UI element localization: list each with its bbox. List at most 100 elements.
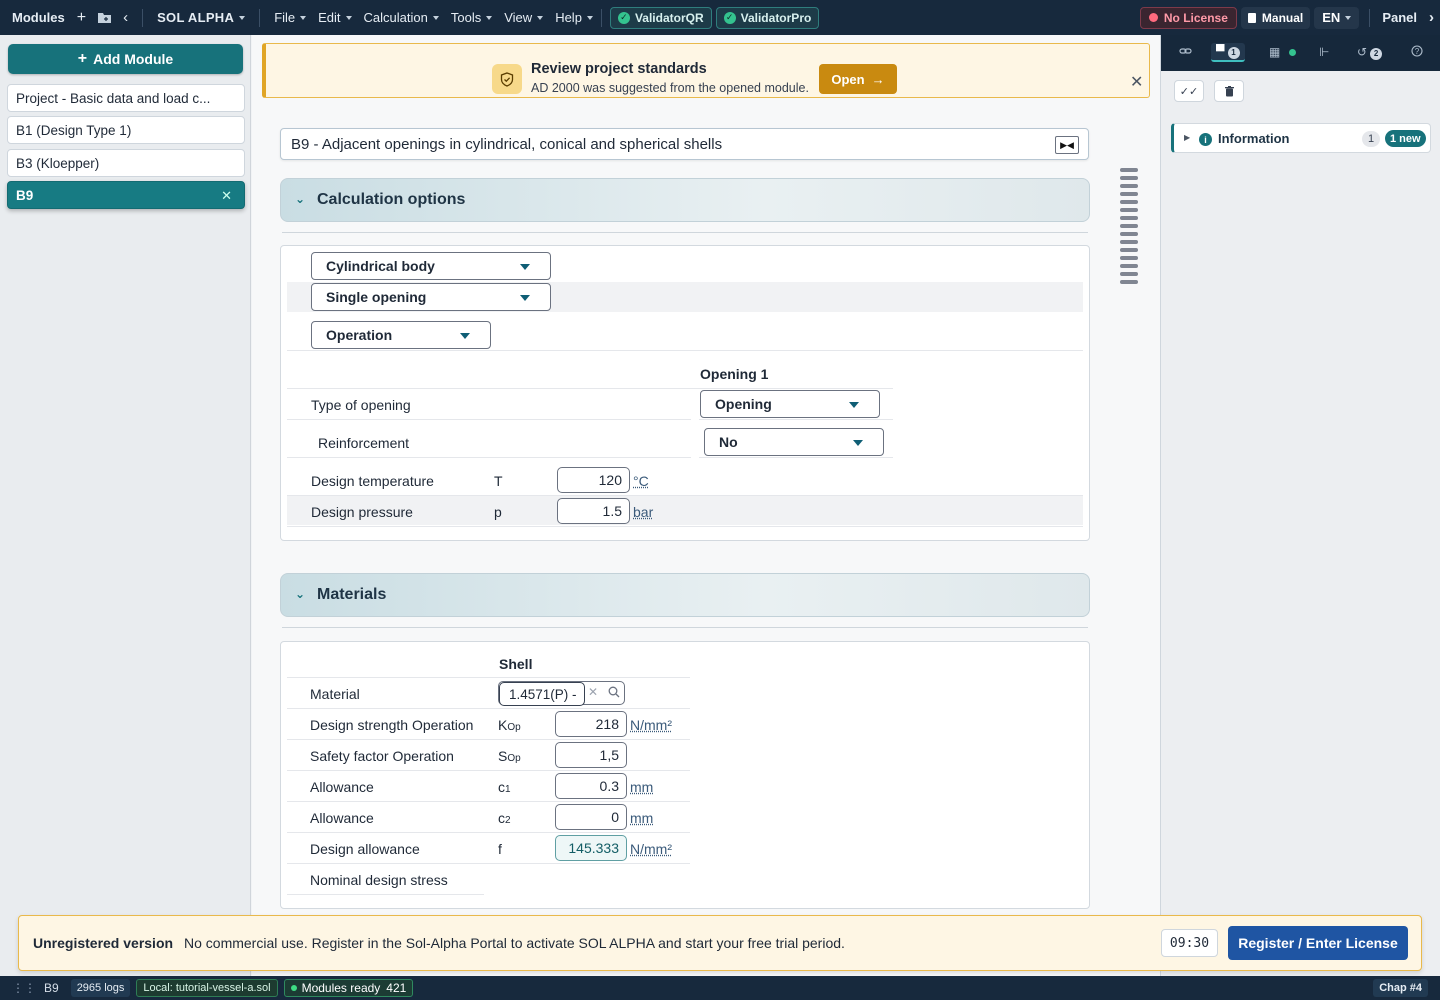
trial-timer: 09:30: [1161, 929, 1218, 957]
status-module: B9: [44, 981, 59, 995]
history-icon: ↺: [1357, 45, 1367, 59]
message-icon: ▀: [1216, 44, 1225, 58]
modules-label: Modules: [0, 0, 71, 35]
calc-options-header[interactable]: ⌄ Calculation options: [280, 178, 1090, 222]
scroll-indicator[interactable]: [1120, 168, 1138, 288]
info-icon: i: [1199, 133, 1212, 146]
module-sidebar: + Add Module Project - Basic data and loa…: [0, 35, 251, 978]
design-strength-unit[interactable]: N/mm²: [630, 717, 672, 733]
module-title: B9 - Adjacent openings in cylindrical, c…: [291, 136, 722, 153]
validator-pro-chip[interactable]: ✓ ValidatorPro: [716, 7, 820, 29]
allowance-c1-unit[interactable]: mm: [630, 779, 653, 795]
link-icon[interactable]: [1179, 45, 1192, 59]
file-chip[interactable]: Local: tutorial-vessel-a.sol: [136, 979, 277, 997]
open-button[interactable]: Open →: [819, 64, 897, 94]
opening-mode-select[interactable]: Single opening: [311, 283, 551, 311]
search-icon[interactable]: [608, 685, 620, 701]
materials-header[interactable]: ⌄ Materials: [280, 573, 1090, 617]
design-allowance-label: Design allowance: [310, 841, 420, 857]
temperature-symbol: T: [494, 473, 503, 489]
menu-help[interactable]: Help: [549, 0, 599, 35]
section-title: Materials: [317, 586, 386, 604]
right-panel-tabs: ▀ 1 ▦ ⊩ ↺ 2 ?: [1161, 35, 1440, 71]
design-temperature-input[interactable]: 120: [557, 467, 630, 493]
type-of-opening-select[interactable]: Opening: [700, 390, 880, 418]
logs-chip[interactable]: 2965 logs: [71, 979, 131, 997]
plus-icon: +: [78, 50, 87, 68]
clear-icon[interactable]: ✕: [588, 685, 598, 699]
add-icon[interactable]: +: [71, 0, 92, 35]
app-name[interactable]: SOL ALPHA: [151, 0, 251, 35]
close-icon[interactable]: ✕: [1130, 72, 1143, 92]
status-dot: [291, 985, 297, 991]
dropdown-icon: [460, 333, 470, 339]
allowance-c2-unit[interactable]: mm: [630, 810, 653, 826]
allowance-c1-input[interactable]: 0.3: [555, 773, 627, 799]
menu-edit[interactable]: Edit: [312, 0, 357, 35]
design-strength-input[interactable]: 218: [555, 711, 627, 737]
check-icon: ✓: [724, 12, 736, 24]
unregistered-bar: Unregistered version No commercial use. …: [18, 915, 1422, 971]
menu-tools[interactable]: Tools: [445, 0, 498, 35]
sidebar-item-b1[interactable]: B1 (Design Type 1): [7, 116, 245, 144]
chapter-chip[interactable]: Chap #4: [1373, 979, 1428, 997]
double-check-icon: ✓✓: [1180, 85, 1198, 98]
validator-qr-chip[interactable]: ✓ ValidatorQR: [610, 7, 712, 29]
folder-icon[interactable]: [92, 0, 117, 35]
tab-history[interactable]: ↺ 2: [1357, 45, 1382, 60]
calc-options-panel: Cylindrical body Single opening Operatio…: [280, 245, 1090, 541]
module-title-box: B9 - Adjacent openings in cylindrical, c…: [280, 128, 1089, 160]
help-icon[interactable]: ?: [1411, 45, 1423, 60]
banner-subtitle: AD 2000 was suggested from the opened mo…: [531, 81, 809, 95]
sidebar-item-b3[interactable]: B3 (Kloepper): [7, 149, 245, 177]
chevron-left-icon[interactable]: ‹: [117, 0, 134, 35]
reinforcement-label: Reinforcement: [318, 435, 409, 451]
right-panel: ▀ 1 ▦ ⊩ ↺ 2 ? ✓✓ ▶ i Information 1 1 new: [1160, 35, 1440, 978]
panel-toggle[interactable]: Panel ›: [1376, 0, 1440, 35]
allowance-c2-input[interactable]: 0: [555, 804, 627, 830]
menu-view[interactable]: View: [498, 0, 549, 35]
tab-structure[interactable]: ⊩: [1319, 45, 1329, 59]
reinforcement-select[interactable]: No: [704, 428, 884, 456]
sidebar-item-b9[interactable]: B9 ✕: [7, 181, 245, 209]
design-pressure-input[interactable]: 1.5: [557, 498, 630, 524]
register-button[interactable]: Register / Enter License: [1228, 926, 1408, 960]
section-title: Calculation options: [317, 191, 465, 209]
shield-check-icon: [492, 64, 522, 94]
design-allowance-unit[interactable]: N/mm²: [630, 841, 672, 857]
material-label: Material: [310, 686, 360, 702]
chevron-right-icon: ›: [1429, 9, 1434, 26]
language-select[interactable]: EN: [1314, 7, 1359, 29]
pressure-unit[interactable]: bar: [633, 504, 653, 520]
tab-messages[interactable]: ▀ 1: [1211, 43, 1245, 62]
grip-icon[interactable]: ⋮⋮: [12, 981, 36, 995]
mark-all-read-button[interactable]: ✓✓: [1174, 80, 1204, 102]
information-group[interactable]: ▶ i Information 1 1 new: [1171, 123, 1431, 153]
menu-file[interactable]: File: [268, 0, 312, 35]
tab-results[interactable]: ▦: [1269, 45, 1296, 59]
menu-calculation[interactable]: Calculation: [358, 0, 445, 35]
arrow-right-icon: →: [872, 72, 885, 87]
status-dot: [1289, 49, 1296, 56]
collapse-icon[interactable]: ▶◀: [1055, 136, 1079, 154]
chevron-down-icon: ⌄: [295, 587, 305, 601]
close-icon[interactable]: ✕: [221, 188, 232, 204]
type-of-opening-label: Type of opening: [311, 397, 411, 413]
design-allowance-value: 145.333: [555, 835, 627, 861]
manual-button[interactable]: Manual: [1241, 7, 1310, 29]
design-pressure-label: Design pressure: [311, 504, 413, 520]
standards-banner: Review project standards AD 2000 was sug…: [262, 43, 1150, 98]
opening-column-header: Opening 1: [700, 366, 768, 382]
sidebar-item-project[interactable]: Project - Basic data and load c...: [7, 84, 245, 112]
design-allowance-symbol: f: [498, 841, 502, 857]
safety-factor-input[interactable]: 1,5: [555, 742, 627, 768]
unregistered-title: Unregistered version: [33, 935, 173, 951]
license-status-badge[interactable]: No License: [1140, 7, 1237, 29]
modules-ready-chip[interactable]: Modules ready 421: [284, 979, 414, 997]
add-module-button[interactable]: + Add Module: [8, 44, 243, 74]
temperature-unit[interactable]: °C: [633, 473, 649, 489]
body-type-select[interactable]: Cylindrical body: [311, 252, 551, 280]
material-input[interactable]: 1.4571(P) -: [499, 682, 585, 706]
load-case-select[interactable]: Operation: [311, 321, 491, 349]
delete-button[interactable]: [1214, 80, 1244, 102]
